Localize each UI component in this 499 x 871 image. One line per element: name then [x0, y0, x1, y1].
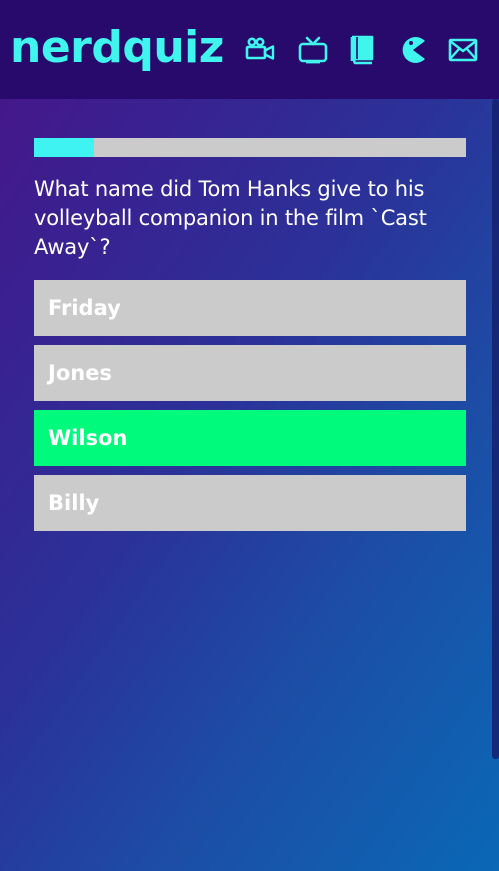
quiz-progress-bar — [34, 138, 466, 157]
app-logo[interactable]: nerdquiz — [10, 18, 224, 78]
answer-option-correct[interactable]: Wilson — [34, 410, 466, 466]
tv-icon[interactable] — [297, 34, 329, 66]
scrollbar[interactable] — [492, 99, 499, 759]
question-text: What name did Tom Hanks give to his voll… — [34, 177, 427, 259]
app-header: nerdquiz — [0, 0, 499, 99]
answer-option[interactable]: Billy — [34, 475, 466, 531]
pacman-icon[interactable] — [397, 34, 429, 66]
video-camera-icon[interactable] — [244, 34, 276, 66]
answer-option[interactable]: Friday — [34, 280, 466, 336]
answer-list: Friday Jones Wilson Billy — [34, 280, 466, 540]
quiz-progress-fill — [34, 138, 95, 157]
book-icon[interactable] — [346, 34, 378, 66]
mail-icon[interactable] — [447, 34, 479, 66]
answer-option[interactable]: Jones — [34, 345, 466, 401]
